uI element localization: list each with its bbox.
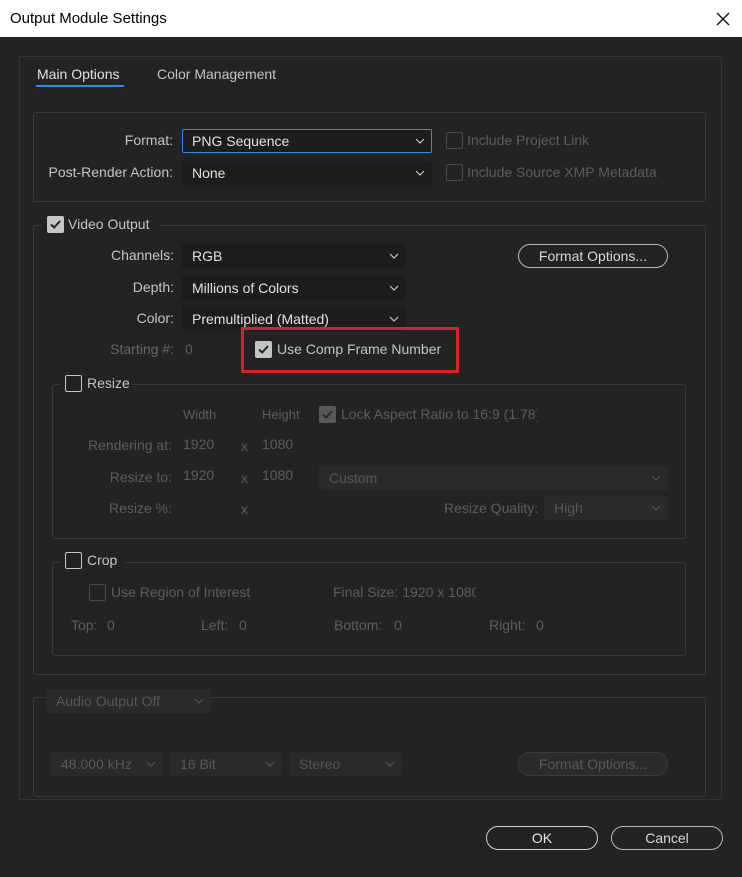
chevron-down-icon	[389, 316, 399, 322]
format-value: PNG Sequence	[192, 133, 290, 149]
bit-depth-value: 16 Bit	[180, 756, 216, 772]
sample-rate-select[interactable]: 48.000 kHz	[51, 752, 163, 776]
channels-value: RGB	[192, 248, 223, 264]
rendering-at-label: Rendering at:	[87, 437, 172, 453]
title-bar: Output Module Settings	[0, 0, 742, 37]
include-project-link-label: Include Project Link	[467, 132, 590, 148]
chevron-down-icon	[415, 170, 425, 176]
video-output-checkbox[interactable]	[47, 216, 64, 233]
crop-right-label: Right:	[489, 617, 526, 633]
active-tab-indicator	[36, 85, 124, 87]
starting-number-label: Starting #:	[110, 341, 174, 357]
crop-bottom-value[interactable]: 0	[394, 617, 402, 633]
starting-number-value[interactable]: 0	[185, 341, 193, 357]
sample-rate-value: 48.000 kHz	[61, 756, 131, 772]
crop-right-value[interactable]: 0	[536, 617, 544, 633]
chevron-down-icon	[194, 698, 204, 704]
resize-percent-x: x	[241, 501, 248, 517]
chevron-down-icon	[389, 285, 399, 291]
resize-quality-value: High	[554, 500, 583, 516]
format-group	[33, 112, 706, 202]
format-label: Format:	[124, 132, 173, 148]
resize-quality-label: Resize Quality:	[444, 500, 539, 516]
ok-button[interactable]: OK	[486, 826, 598, 850]
checkmark-icon	[50, 220, 61, 229]
audio-format-options-button[interactable]: Format Options...	[518, 752, 668, 776]
tab-main-options[interactable]: Main Options	[37, 66, 119, 82]
color-value: Premultiplied (Matted)	[192, 311, 329, 327]
depth-label: Depth:	[132, 279, 174, 295]
resize-width[interactable]: 1920	[183, 467, 214, 483]
depth-value: Millions of Colors	[192, 280, 299, 296]
audio-output-select[interactable]: Audio Output Off	[46, 689, 211, 713]
video-format-options-button[interactable]: Format Options...	[518, 244, 668, 268]
channels-label: Channels:	[110, 247, 174, 263]
rendering-height: 1080	[262, 436, 294, 452]
use-roi-checkbox[interactable]	[89, 584, 106, 601]
chevron-down-icon	[651, 475, 661, 481]
video-output-label: Video Output	[68, 216, 150, 232]
resize-percent-label: Resize %:	[108, 500, 172, 516]
use-roi-label: Use Region of Interest	[111, 584, 251, 600]
chevron-down-icon	[265, 761, 275, 767]
crop-label: Crop	[87, 552, 118, 568]
rendering-x: x	[241, 438, 248, 454]
height-header: Height	[262, 407, 300, 422]
crop-top-value[interactable]: 0	[107, 617, 115, 633]
resize-preset-select[interactable]: Custom	[319, 466, 668, 490]
crop-left-label: Left:	[201, 617, 229, 633]
resize-label: Resize	[87, 375, 130, 391]
final-size-text: Final Size: 1920 x 1080	[333, 584, 476, 600]
include-project-link-checkbox[interactable]	[446, 132, 463, 149]
tab-color-management[interactable]: Color Management	[157, 66, 276, 82]
post-render-label: Post-Render Action:	[48, 164, 173, 180]
crop-checkbox[interactable]	[65, 552, 82, 569]
chevron-down-icon	[389, 253, 399, 259]
bit-depth-select[interactable]: 16 Bit	[170, 752, 282, 776]
lock-aspect-checkbox[interactable]	[319, 406, 336, 423]
width-header: Width	[183, 407, 217, 422]
close-icon[interactable]	[704, 0, 742, 37]
resize-quality-select[interactable]: High	[544, 496, 668, 520]
rendering-width: 1920	[183, 436, 215, 452]
crop-left-value[interactable]: 0	[239, 617, 247, 633]
lock-aspect-label: Lock Aspect Ratio to 16:9 (1.78)	[341, 406, 537, 422]
resize-to-label: Resize to:	[109, 469, 172, 485]
post-render-select[interactable]: None	[182, 161, 432, 185]
chevron-down-icon	[146, 761, 156, 767]
cancel-button[interactable]: Cancel	[611, 826, 723, 850]
resize-preset-value: Custom	[329, 470, 378, 486]
resize-checkbox[interactable]	[65, 375, 82, 392]
crop-group	[52, 562, 686, 656]
include-xmp-label: Include Source XMP Metadata	[467, 164, 657, 180]
post-render-value: None	[192, 165, 226, 181]
chevron-down-icon	[651, 505, 661, 511]
audio-channels-value: Stereo	[299, 756, 341, 772]
color-label: Color:	[136, 310, 174, 326]
annotation-highlight-box	[241, 327, 459, 373]
chevron-down-icon	[415, 138, 425, 144]
resize-height[interactable]: 1080	[262, 467, 293, 483]
depth-select[interactable]: Millions of Colors	[182, 276, 406, 300]
crop-bottom-label: Bottom:	[334, 617, 383, 633]
resize-x: x	[241, 470, 248, 486]
audio-output-value: Audio Output Off	[56, 693, 161, 709]
channels-select[interactable]: RGB	[182, 244, 406, 268]
audio-channels-select[interactable]: Stereo	[289, 752, 402, 776]
format-select[interactable]: PNG Sequence	[182, 129, 432, 153]
include-xmp-checkbox[interactable]	[446, 164, 463, 181]
chevron-down-icon	[385, 761, 395, 767]
window-title: Output Module Settings	[10, 10, 167, 27]
checkmark-icon	[322, 410, 333, 419]
crop-top-label: Top:	[71, 617, 98, 633]
